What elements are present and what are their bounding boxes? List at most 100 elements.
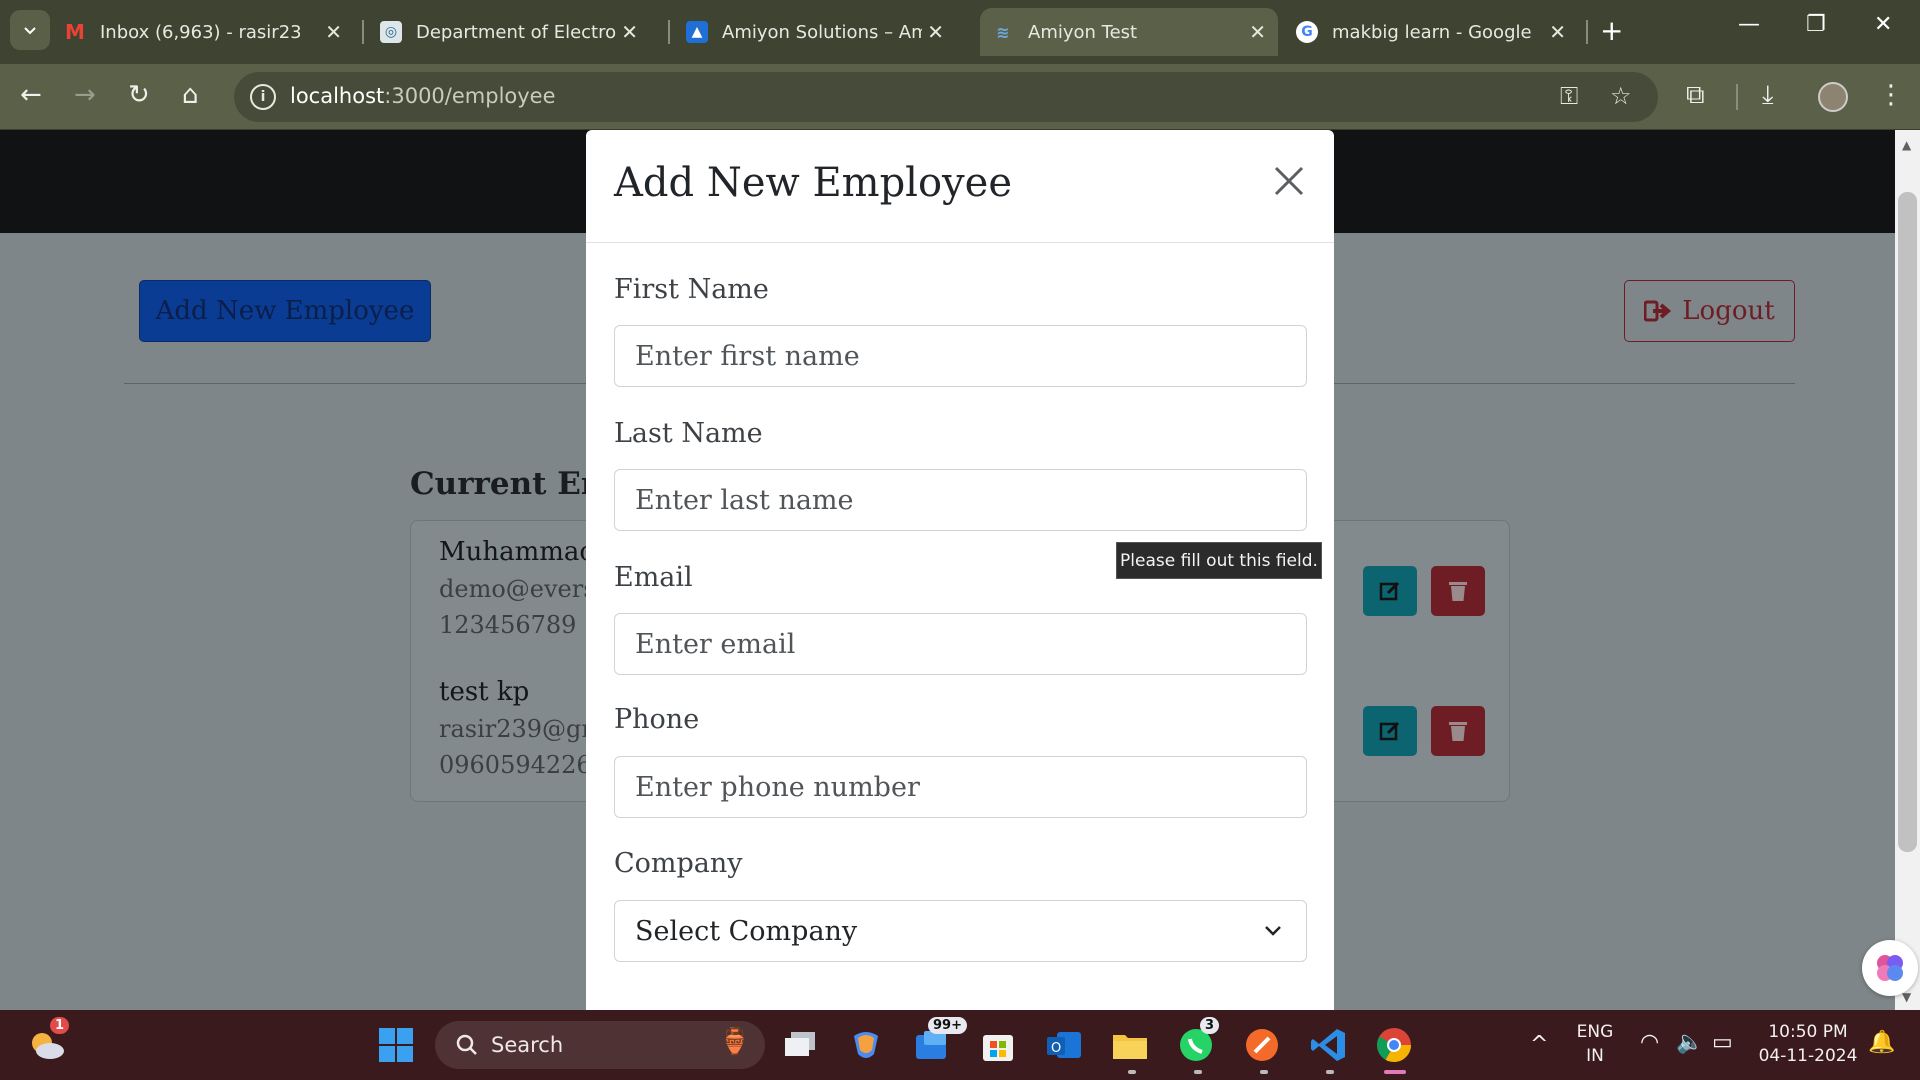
tab-separator [668, 20, 670, 44]
logout-label: Logout [1682, 296, 1775, 326]
modal-header: Add New Employee [586, 130, 1334, 243]
tab-title: Amiyon Test [1028, 21, 1138, 43]
gmail-icon: M [65, 20, 85, 44]
browser-toolbar: ← → ↻ ⌂ i localhost:3000/employee ⚿ ☆ ⧉ … [0, 64, 1920, 130]
home-icon[interactable]: ⌂ [182, 80, 199, 110]
whatsapp-icon[interactable]: 3 [1174, 1017, 1220, 1067]
browser-tab-strip: M Inbox (6,963) - rasir239@ ✕ ◎ Departme… [0, 0, 1920, 64]
tab-department[interactable]: ◎ Department of Electronic ✕ [380, 8, 650, 56]
profile-avatar[interactable] [1818, 82, 1848, 112]
delete-button[interactable] [1431, 566, 1485, 616]
phone-input[interactable]: Enter phone number [614, 756, 1307, 818]
employee-name: test kp [439, 677, 530, 707]
vscode-icon[interactable] [1306, 1023, 1350, 1067]
chrome-icon[interactable] [1372, 1023, 1416, 1067]
search-icon [456, 1034, 477, 1055]
url-text[interactable]: localhost:3000/employee [290, 84, 556, 108]
tab-gmail[interactable]: M Inbox (6,963) - rasir239@ ✕ [64, 8, 354, 56]
site-info-icon[interactable]: i [250, 84, 276, 110]
extensions-icon[interactable]: ⧉ [1686, 80, 1705, 111]
download-icon[interactable]: ⤓ [1762, 80, 1774, 111]
back-icon[interactable]: ← [20, 80, 42, 110]
company-label: Company [614, 848, 743, 879]
tab-search-button[interactable] [10, 10, 50, 50]
google-icon: G [1296, 21, 1318, 43]
employee-email: demo@evers [439, 575, 596, 603]
add-new-employee-button[interactable]: Add New Employee [139, 280, 431, 342]
file-explorer-icon[interactable] [1108, 1023, 1152, 1067]
weather-badge: 1 [50, 1017, 70, 1034]
email-input[interactable]: Enter email [614, 613, 1307, 675]
reload-icon[interactable]: ↻ [128, 80, 150, 110]
region-code: IN [1586, 1046, 1604, 1066]
whatsapp-badge: 3 [1200, 1017, 1220, 1034]
volume-icon[interactable]: 🔈 [1676, 1030, 1703, 1055]
delete-button[interactable] [1431, 706, 1485, 756]
tab-title: Amiyon Solutions – Amiy [722, 21, 922, 43]
copilot-icon[interactable] [844, 1023, 888, 1067]
tab-separator [1586, 20, 1588, 44]
close-icon[interactable]: ✕ [621, 20, 638, 44]
notification-bell-icon[interactable]: 🔔 [1868, 1030, 1895, 1055]
password-key-icon[interactable]: ⚿ [1560, 82, 1578, 110]
task-view-icon[interactable] [778, 1023, 822, 1067]
scroll-up-arrow-icon[interactable]: ▲ [1902, 138, 1911, 152]
language-code: ENG [1576, 1022, 1614, 1042]
edit-button[interactable] [1363, 566, 1417, 616]
search-highlight-icon: 🏺 [718, 1027, 751, 1057]
last-name-input[interactable]: Enter last name [614, 469, 1307, 531]
close-window-icon[interactable]: ✕ [1874, 12, 1892, 37]
close-icon[interactable]: ✕ [927, 20, 944, 44]
language-indicator[interactable]: ENG IN [1574, 1022, 1616, 1066]
clock[interactable]: 10:50 PM 04-11-2024 [1752, 1022, 1864, 1066]
phone-label: Phone [614, 704, 700, 735]
tab-google-search[interactable]: G makbig learn - Google Se ✕ [1296, 8, 1578, 56]
email-label: Email [614, 562, 693, 593]
company-select[interactable]: Select Company [614, 900, 1307, 962]
tab-amiyon-solutions[interactable]: ▲ Amiyon Solutions – Amiy ✕ [686, 8, 956, 56]
show-hidden-icons-chevron-icon[interactable]: ^ [1530, 1032, 1548, 1057]
forward-icon[interactable]: → [74, 80, 96, 110]
first-name-input[interactable]: Enter first name [614, 325, 1307, 387]
tab-amiyon-test[interactable]: ≋ Amiyon Test ✕ [980, 8, 1278, 56]
start-button[interactable] [374, 1023, 418, 1067]
brain-icon [1877, 955, 1903, 981]
menu-kebab-icon[interactable]: ⋮ [1878, 80, 1904, 110]
taskbar-search[interactable]: Search 🏺 [435, 1021, 765, 1069]
restore-icon[interactable]: ❐ [1806, 12, 1826, 37]
edit-button[interactable] [1363, 706, 1417, 756]
company-select-value: Select Company [635, 915, 858, 947]
close-icon[interactable]: ✕ [1249, 20, 1266, 44]
close-icon[interactable]: ✕ [325, 20, 342, 44]
running-indicator [1260, 1070, 1268, 1074]
address-bar[interactable]: i localhost:3000/employee ⚿ ☆ [234, 72, 1658, 122]
close-icon[interactable] [1272, 164, 1306, 198]
last-name-label: Last Name [614, 418, 763, 449]
svg-text:O: O [1051, 1041, 1061, 1056]
scrollbar-thumb[interactable] [1898, 192, 1917, 852]
wifi-icon[interactable]: ◠ [1640, 1030, 1659, 1055]
employee-name: Muhammac [439, 537, 594, 567]
outlook-icon[interactable]: O [1042, 1023, 1086, 1067]
close-icon[interactable]: ✕ [1549, 20, 1566, 44]
chevron-down-icon [1265, 926, 1281, 936]
tab-title: Department of Electronic [416, 21, 616, 43]
drawing-app-icon[interactable] [1240, 1023, 1284, 1067]
employee-phone: 123456789 [439, 611, 577, 639]
battery-icon[interactable]: ▭ [1712, 1030, 1733, 1055]
minimize-icon[interactable]: — [1738, 12, 1760, 37]
validation-tooltip: Please fill out this field. [1116, 542, 1322, 579]
modal-title: Add New Employee [614, 160, 1012, 206]
windows-taskbar: 1 Search 🏺 99+ O 3 ^ ENG IN ◠ 🔈 ▭ 10:50 … [0, 1010, 1920, 1080]
running-indicator [1194, 1070, 1202, 1074]
assistant-brain-button[interactable] [1862, 940, 1918, 996]
new-tab-icon[interactable]: + [1600, 14, 1623, 47]
outlook-new-icon[interactable]: 99+ [910, 1017, 967, 1067]
logout-button[interactable]: Logout [1624, 280, 1795, 342]
wave-icon: ≋ [996, 22, 1010, 42]
weather-widget[interactable]: 1 [26, 1017, 70, 1067]
page-scrollbar[interactable]: ▲ ▼ [1895, 130, 1920, 1010]
bookmark-star-icon[interactable]: ☆ [1610, 82, 1632, 110]
list-item: test kp rasir239@gm 09605942261 [439, 677, 607, 779]
microsoft-store-icon[interactable] [976, 1023, 1020, 1067]
